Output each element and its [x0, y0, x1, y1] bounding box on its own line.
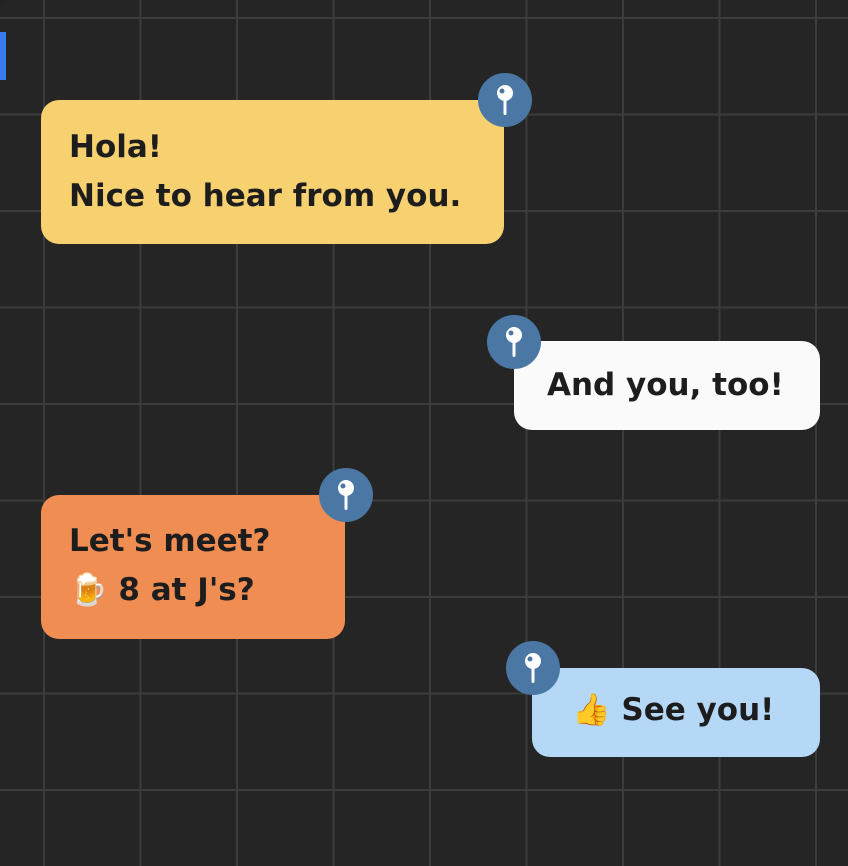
- note-line: Nice to hear from you.: [69, 178, 462, 214]
- pin-icon[interactable]: [478, 73, 532, 127]
- note-line: Let's meet?: [69, 523, 271, 559]
- sticky-note-hola[interactable]: Hola! Nice to hear from you.: [41, 100, 504, 244]
- note-line: 🍺 8 at J's?: [69, 572, 255, 608]
- note-line: 👍 See you!: [572, 692, 775, 728]
- note-line: And you, too!: [547, 367, 784, 403]
- sticky-note-and-you-too[interactable]: And you, too!: [514, 341, 820, 430]
- sticky-note-lets-meet[interactable]: Let's meet? 🍺 8 at J's?: [41, 495, 345, 639]
- pin-icon[interactable]: [487, 315, 541, 369]
- sticky-note-see-you[interactable]: 👍 See you!: [532, 668, 820, 757]
- selection-edge-indicator: [0, 32, 6, 80]
- pin-icon[interactable]: [319, 468, 373, 522]
- note-line: Hola!: [69, 129, 162, 165]
- pin-icon[interactable]: [506, 641, 560, 695]
